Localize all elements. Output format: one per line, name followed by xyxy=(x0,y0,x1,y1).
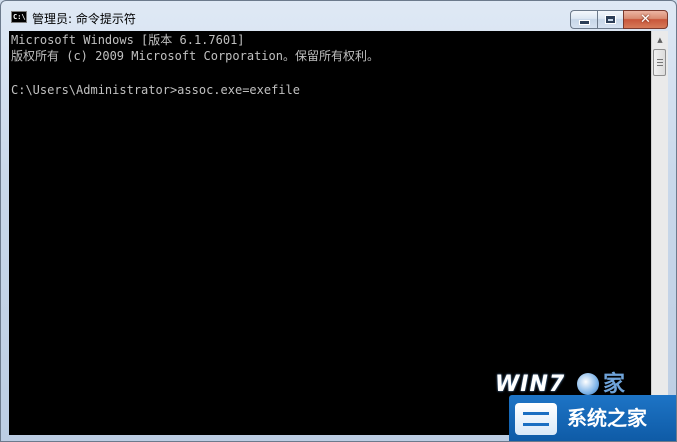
maximize-button[interactable] xyxy=(597,10,623,29)
watermark-text: 系统之家 xyxy=(567,406,647,430)
maximize-icon xyxy=(605,15,616,24)
site-watermark: WIN7 家 系统之家 xyxy=(473,371,676,441)
minimize-button[interactable] xyxy=(570,10,597,29)
scroll-up-button[interactable]: ▲ xyxy=(652,31,668,48)
watermark-banner: 系统之家 xyxy=(509,395,676,441)
close-button[interactable]: ✕ xyxy=(623,10,668,29)
cmd-app-icon[interactable]: C:\ xyxy=(11,11,27,23)
grip-line xyxy=(657,65,663,66)
cmd-window: C:\ 管理员: 命令提示符 ✕ Microsoft Windows [版本 6… xyxy=(0,0,677,442)
caption-buttons: ✕ xyxy=(570,10,668,30)
windows-orb-icon xyxy=(577,373,599,395)
console-line-version: Microsoft Windows [版本 6.1.7601] xyxy=(11,33,245,47)
window-title: 管理员: 命令提示符 xyxy=(32,12,136,26)
grip-line xyxy=(657,59,663,60)
grip-line xyxy=(657,62,663,63)
title-bar[interactable]: C:\ 管理员: 命令提示符 ✕ xyxy=(1,1,676,31)
console-line-copyright: 版权所有 (c) 2009 Microsoft Corporation。保留所有… xyxy=(11,49,379,63)
scroll-thumb[interactable] xyxy=(653,49,666,76)
console-line-command: C:\Users\Administrator>assoc.exe=exefile xyxy=(11,83,300,97)
close-icon: ✕ xyxy=(640,12,651,27)
watermark-house-icon xyxy=(515,403,557,435)
arrow-up-icon: ▲ xyxy=(657,35,663,44)
minimize-icon xyxy=(578,20,590,25)
